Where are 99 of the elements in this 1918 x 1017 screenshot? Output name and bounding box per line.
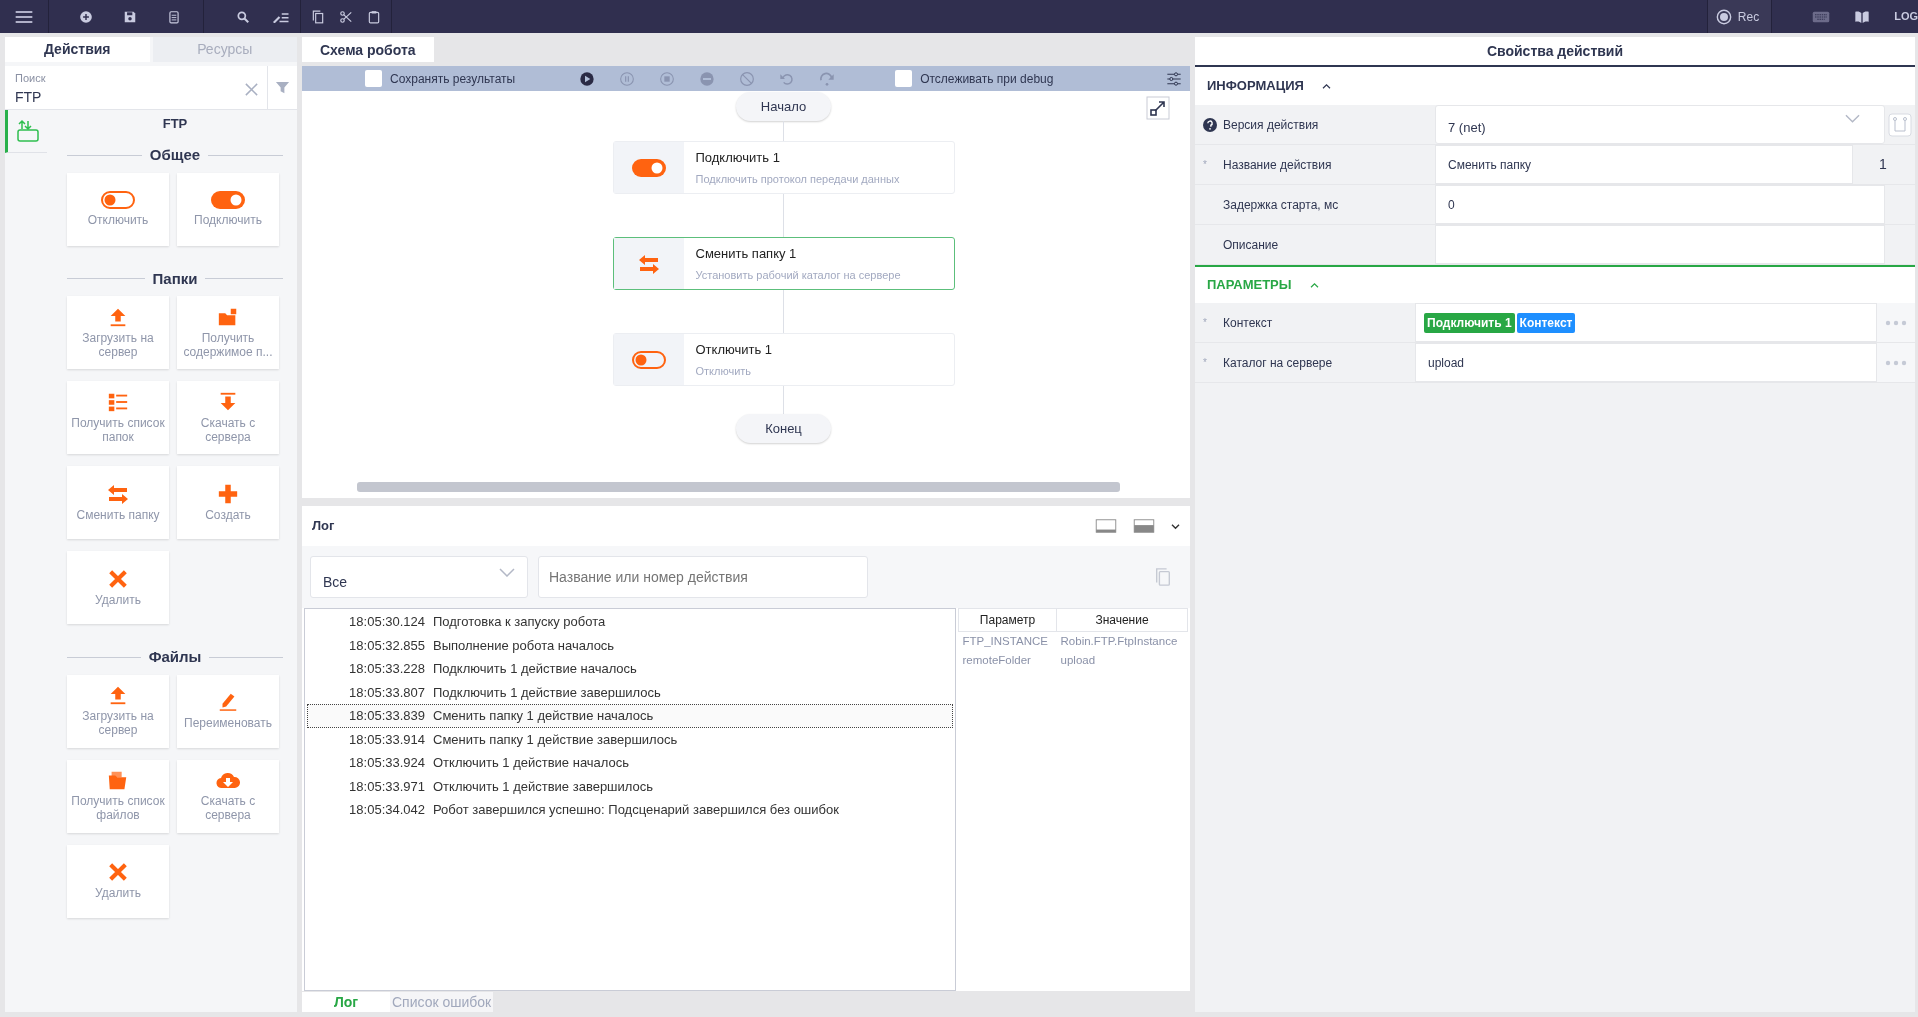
toggle-on-icon — [630, 157, 667, 178]
scissors-icon[interactable] — [339, 9, 353, 24]
column-header: Параметр — [958, 608, 1057, 632]
node-subtitle: Подключить протокол передачи данных — [695, 171, 900, 187]
group-title: Файлы — [148, 647, 202, 667]
input-field[interactable]: 0 — [1435, 185, 1885, 224]
table-cell: Robin.FTP.FtpInstance — [1056, 631, 1188, 652]
node-title: Отключить 1 — [695, 341, 773, 359]
toggle-on-icon — [210, 190, 246, 211]
scrollbar[interactable] — [357, 482, 1120, 492]
panel-title: Лог — [312, 517, 335, 536]
log-row[interactable]: 18:05:33.924 Отключить 1 действие началось — [307, 751, 953, 775]
required-marker: * — [1203, 317, 1207, 328]
token: Контекст — [1516, 312, 1576, 333]
field-label: Поиск — [15, 71, 47, 87]
more-icon — [1885, 359, 1907, 366]
clipboard-icon[interactable] — [167, 9, 181, 24]
filter-select[interactable]: Все — [310, 556, 528, 598]
pencil-icon — [217, 691, 239, 714]
play-icon[interactable] — [579, 70, 596, 87]
more-button[interactable] — [1877, 343, 1915, 382]
category-title: FTP — [162, 116, 188, 131]
more-icon — [1885, 319, 1907, 326]
search-icon[interactable] — [236, 9, 250, 24]
required-marker: * — [1203, 357, 1207, 368]
save-icon[interactable] — [123, 9, 137, 24]
log-row[interactable]: 18:05:33.228 Подключить 1 действие началось — [307, 657, 953, 681]
field-label: Описание — [1223, 236, 1279, 254]
log-row[interactable]: 18:05:33.839 Сменить папку 1 действие началось — [307, 704, 953, 728]
checkbox[interactable] — [895, 70, 913, 87]
action-node[interactable]: Сменить папку 1 Установить рабочий каталог на сервере — [612, 237, 955, 290]
log-row[interactable]: 18:05:33.807 Подключить 1 действие завершилось — [307, 680, 953, 704]
chevron-down-icon — [499, 568, 515, 577]
search-input[interactable]: FTP — [15, 86, 244, 108]
log-row[interactable]: 18:05:34.042 Робот завершился успешно: Подсценарий завершился без ошибок — [307, 798, 953, 822]
more-button[interactable] — [1877, 303, 1915, 342]
editor-tab[interactable]: Схема робота — [302, 37, 434, 62]
group-title: Папки — [152, 268, 198, 289]
toggle-off-icon — [100, 190, 136, 211]
table-cell-text: remoteFolder — [961, 653, 1032, 669]
node-subtitle: Установить рабочий каталог на сервере — [695, 267, 901, 283]
close-icon[interactable] — [244, 81, 259, 97]
category-item[interactable] — [5, 110, 47, 153]
toggle-off-icon — [630, 349, 667, 370]
checkbox[interactable] — [365, 70, 382, 87]
node-subtitle: Отключить — [695, 363, 753, 379]
section-title: ПАРАМЕТРЫ — [1207, 276, 1292, 295]
start-node[interactable]: Начало — [736, 92, 831, 121]
action-node[interactable]: Отключить 1 Отключить — [612, 333, 955, 386]
field-label: Каталог на сервере — [1223, 354, 1333, 372]
settings-icon[interactable] — [1166, 70, 1182, 87]
node-title: Сменить папку 1 — [695, 245, 798, 263]
folder-icon — [107, 769, 129, 792]
record-icon — [1715, 8, 1732, 25]
checkbox-label: Сохранять результаты — [390, 70, 516, 88]
field-label: Версия действия — [1223, 116, 1319, 134]
layout-bottom-icon[interactable] — [1095, 518, 1117, 534]
chevron-down-icon — [1845, 114, 1860, 123]
branch-icon[interactable] — [1888, 112, 1912, 137]
required-marker: * — [1203, 159, 1207, 170]
search-field[interactable]: Название или номер действия — [538, 556, 868, 598]
swap-arrows-icon — [106, 482, 130, 505]
select-field[interactable]: 7 (net) — [1435, 105, 1885, 144]
layout-split-icon[interactable] — [1133, 518, 1155, 534]
field-label: Название действия — [1223, 156, 1332, 174]
table-cell: FTP_INSTANCE — [958, 631, 1057, 652]
input-field[interactable]: upload — [1415, 343, 1877, 382]
input-field[interactable]: Сменить папку — [1435, 145, 1853, 184]
log-row[interactable]: 18:05:33.971 Отключить 1 действие завершилось — [307, 774, 953, 798]
log-row[interactable]: 18:05:32.855 Выполнение робота началось — [307, 633, 953, 657]
column-header: Значение — [1056, 608, 1188, 632]
book-icon[interactable] — [1854, 8, 1871, 25]
log-row[interactable]: 18:05:30.124 Подготовка к запуску робота — [307, 610, 953, 634]
field-label: Задержка старта, мс — [1223, 196, 1339, 214]
caret-icon[interactable] — [1321, 82, 1331, 90]
filter-icon[interactable] — [275, 80, 290, 95]
checkbox-label: Отслеживать при debug — [920, 70, 1054, 88]
token: Подключить 1 — [1424, 312, 1515, 333]
group-title: Общее — [149, 145, 201, 165]
end-node[interactable]: Конец — [736, 414, 831, 443]
section-title: ИНФОРМАЦИЯ — [1207, 77, 1304, 96]
action-node[interactable]: Подключить 1 Подключить протокол передачи данных — [612, 141, 955, 194]
panel-title: Свойства действий — [1486, 41, 1624, 61]
field-label: Контекст — [1223, 314, 1273, 332]
ftp-folder-icon — [15, 119, 40, 143]
add-icon[interactable] — [79, 9, 93, 24]
node-title: Подключить 1 — [695, 149, 781, 167]
plus-icon — [217, 482, 239, 505]
caret-icon[interactable] — [1171, 522, 1180, 530]
panel-tab[interactable]: Действия — [5, 37, 150, 62]
counter-text: 1 — [1879, 155, 1887, 174]
copy-icon[interactable] — [311, 9, 325, 24]
clipboard-icon[interactable] — [367, 9, 381, 24]
input-field[interactable] — [1435, 225, 1885, 264]
log-button[interactable]: LOG — [1894, 8, 1918, 25]
expand-icon[interactable] — [1146, 96, 1170, 120]
table-cell-text: upload — [1059, 653, 1097, 669]
help-icon[interactable] — [1203, 117, 1217, 132]
log-row[interactable]: 18:05:33.914 Сменить папку 1 действие завершилось — [307, 727, 953, 751]
